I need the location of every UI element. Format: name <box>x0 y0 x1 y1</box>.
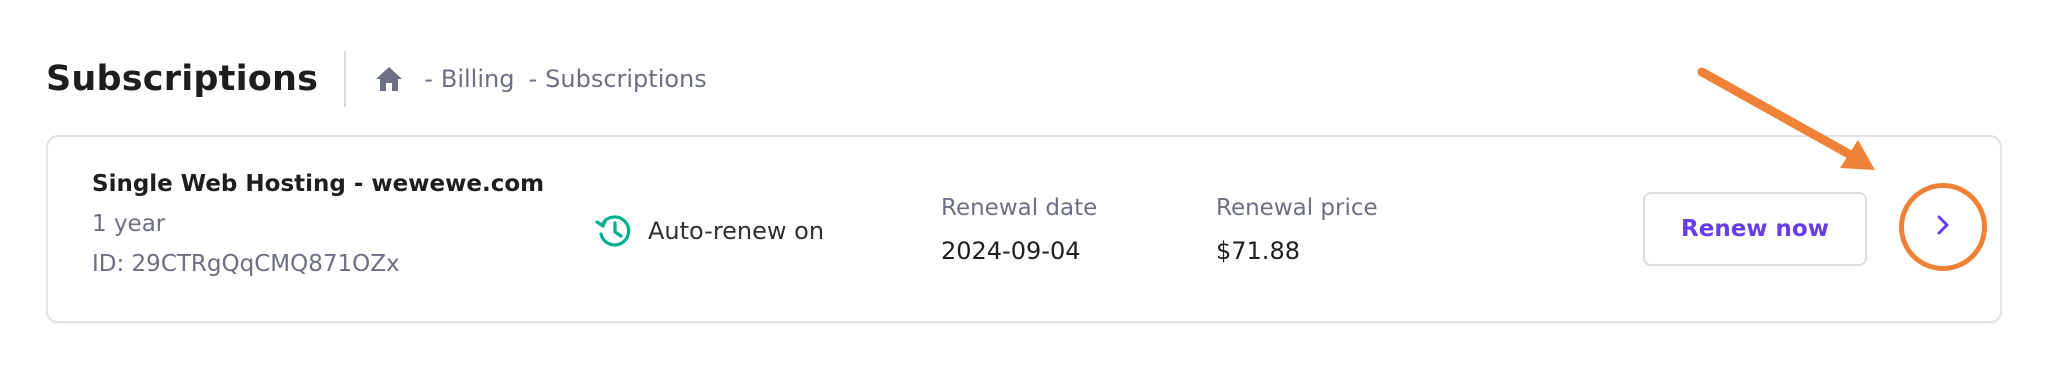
renewal-date-value: 2024-09-04 <box>941 237 1081 265</box>
renewal-price: Renewal price $71.88 <box>1216 195 1378 265</box>
subscription-id: ID: 29CTRgQqCMQ871OZx <box>92 251 400 277</box>
subscription-card: Single Web Hosting - wewewe.com 1 year I… <box>46 135 2002 323</box>
chevron-right-icon <box>1933 213 1953 241</box>
product-term: 1 year <box>92 211 166 237</box>
subscription-details-button[interactable] <box>1899 183 1987 271</box>
renewal-date: Renewal date 2024-09-04 <box>941 195 1097 265</box>
header-divider <box>344 51 347 107</box>
breadcrumb-separator: - <box>424 65 433 93</box>
history-icon <box>594 211 634 251</box>
auto-renew-status: Auto-renew on <box>594 211 824 251</box>
renewal-price-label: Renewal price <box>1216 195 1378 221</box>
product-info: Single Web Hosting - wewewe.com 1 year I… <box>92 171 544 277</box>
breadcrumb-item-billing[interactable]: Billing <box>441 65 515 93</box>
renewal-date-label: Renewal date <box>941 195 1098 221</box>
breadcrumb: - Billing - Subscriptions <box>374 64 707 94</box>
breadcrumb-item-subscriptions: Subscriptions <box>545 65 707 93</box>
page: Subscriptions - Billing - Subscriptions … <box>0 0 2048 375</box>
breadcrumb-separator: - <box>528 65 538 93</box>
product-name: Single Web Hosting - wewewe.com <box>92 171 545 197</box>
page-header: Subscriptions - Billing - Subscriptions <box>46 50 707 108</box>
auto-renew-label: Auto-renew on <box>648 217 825 245</box>
renewal-price-value: $71.88 <box>1216 237 1300 265</box>
page-title: Subscriptions <box>46 59 319 99</box>
home-icon[interactable] <box>374 64 404 94</box>
renew-now-button[interactable]: Renew now <box>1643 192 1867 266</box>
